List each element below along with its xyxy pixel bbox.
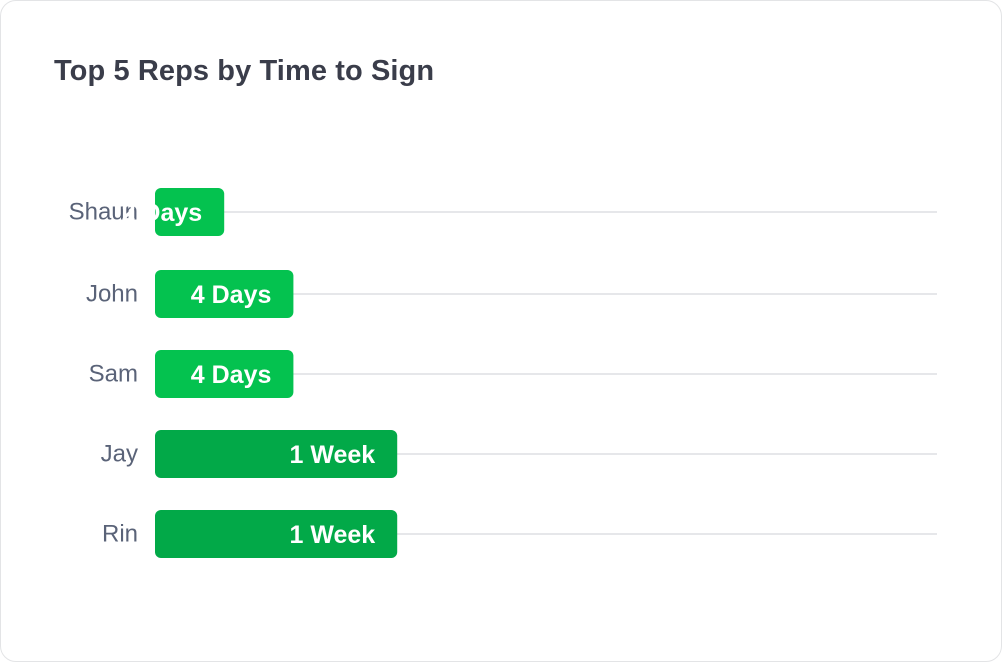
rep-label-rin: Rin <box>102 521 138 548</box>
rep-label-jay: Jay <box>101 441 138 468</box>
bar-rows: Shaun2 DaysJohn 4 DaysSam 4 DaysJay 1 WeekR… <box>69 188 937 558</box>
chart-card: Top 5 Reps by Time to Sign Shaun 2 Days Jo… <box>0 0 1002 662</box>
bar-value-label-shaun: 2 Days <box>122 199 203 227</box>
rep-label-sam: Sam <box>89 361 138 388</box>
bar-value-label-john: 4 Days <box>191 281 272 309</box>
bar-value-label-sam: 4 Days <box>191 361 272 389</box>
bar-value-label-rin: 1 Week <box>289 521 375 549</box>
bar-value-label-jay: 1 Week <box>289 441 375 469</box>
rep-label-john: John <box>86 281 138 308</box>
bar-chart: Shaun2 DaysJohn 4 DaysSam 4 DaysJay 1 WeekR… <box>69 188 937 558</box>
